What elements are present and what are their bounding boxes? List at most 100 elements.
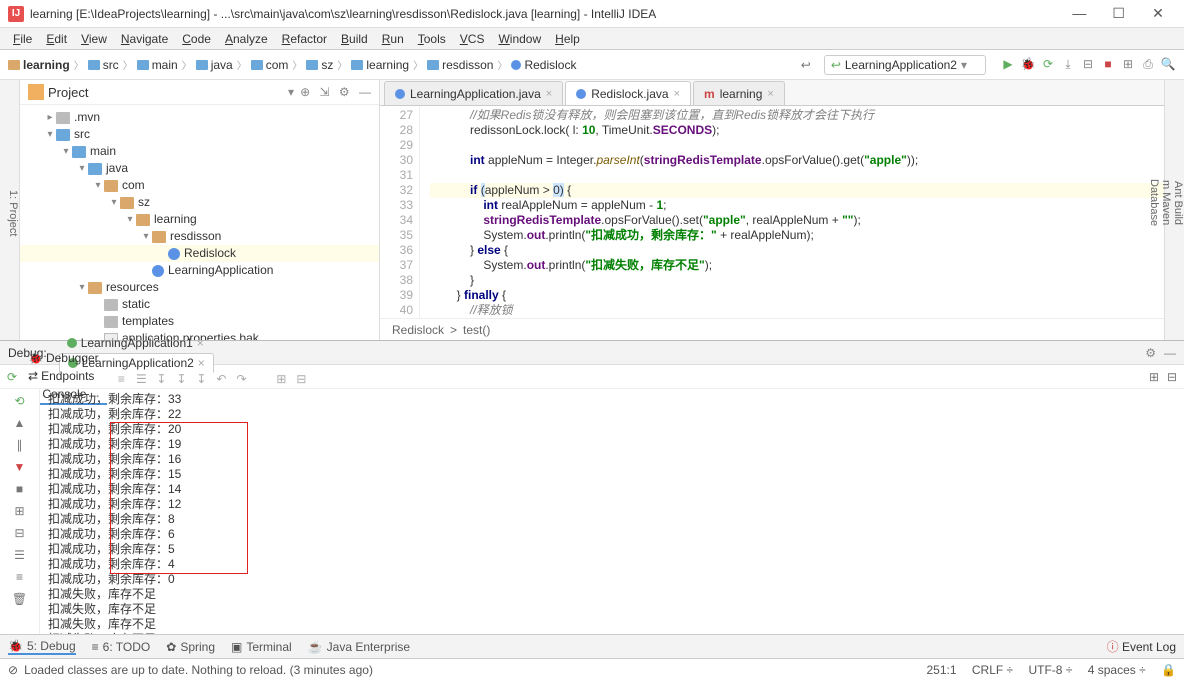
expand-icon[interactable]: ▾ xyxy=(76,160,88,177)
debug-tool-icon[interactable]: 🗑 xyxy=(11,591,29,607)
code-line[interactable]: redissonLock.lock( l: 10, TimeUnit.SECON… xyxy=(430,123,1164,138)
breadcrumb-item[interactable]: learning xyxy=(351,58,409,72)
menu-refactor[interactable]: Refactor xyxy=(275,32,334,46)
hide-icon[interactable]: — xyxy=(1164,346,1176,360)
editor-tab[interactable]: Redislock.java× xyxy=(565,81,691,105)
console-toolbar-icon[interactable]: ↧ xyxy=(153,371,169,387)
debug-tool-icon[interactable]: ⟲ xyxy=(11,393,29,409)
menu-navigate[interactable]: Navigate xyxy=(114,32,175,46)
minimize-button[interactable]: — xyxy=(1061,5,1097,21)
code-content[interactable]: //如果Redis锁没有释放，则会阻塞到该位置，直到Redis锁释放才会往下执行… xyxy=(420,106,1164,318)
back-arrow-icon[interactable]: ↩ xyxy=(798,57,814,73)
gear-icon[interactable]: ⚙ xyxy=(1145,346,1156,360)
debug-subtab[interactable]: ⇄Endpoints xyxy=(22,367,107,385)
editor-tab[interactable]: mlearning× xyxy=(693,81,785,105)
console-toolbar-icon[interactable]: ≡ xyxy=(113,371,129,387)
breadcrumb-item[interactable]: src xyxy=(88,58,119,72)
code-line[interactable]: if (appleNum > 0) { xyxy=(430,183,1164,198)
menu-edit[interactable]: Edit xyxy=(39,32,74,46)
bottom-tool-button[interactable]: ✿Spring xyxy=(166,640,215,654)
menu-vcs[interactable]: VCS xyxy=(453,32,492,46)
bottom-tool-button[interactable]: ≡6: TODO xyxy=(92,640,151,654)
maximize-button[interactable]: ☐ xyxy=(1101,5,1137,22)
expand-icon[interactable]: ▸ xyxy=(44,109,56,126)
code-line[interactable]: int appleNum = Integer.parseInt(stringRe… xyxy=(430,153,1164,168)
bottom-tool-button[interactable]: 🐞5: Debug xyxy=(8,639,76,655)
restart-icon[interactable]: ⟳ xyxy=(4,369,20,385)
menu-tools[interactable]: Tools xyxy=(411,32,453,46)
code-line[interactable]: } finally { xyxy=(430,288,1164,303)
tree-node[interactable]: ▾src xyxy=(20,126,379,143)
bottom-tool-button[interactable]: ☕Java Enterprise xyxy=(308,640,410,654)
debug-tool-icon[interactable]: ☰ xyxy=(11,547,29,563)
gear-icon[interactable]: ⚙ xyxy=(339,85,350,99)
collapse-icon[interactable]: ⇲ xyxy=(319,85,329,99)
close-tab-icon[interactable]: × xyxy=(767,88,773,100)
toolbar-icon[interactable]: ⊞ xyxy=(1120,56,1136,72)
menu-help[interactable]: Help xyxy=(548,32,587,46)
tree-node[interactable]: ▾resources xyxy=(20,279,379,296)
indent[interactable]: 4 spaces ÷ xyxy=(1088,663,1146,677)
close-tab-icon[interactable]: × xyxy=(546,88,552,100)
menu-build[interactable]: Build xyxy=(334,32,375,46)
layout-icon[interactable]: ⊞ xyxy=(1146,369,1162,385)
tree-node[interactable]: ▾learning xyxy=(20,211,379,228)
tree-node[interactable]: ▾resdisson xyxy=(20,228,379,245)
tree-node[interactable]: ▾sz xyxy=(20,194,379,211)
expand-icon[interactable]: ▾ xyxy=(124,211,136,228)
project-tree[interactable]: ▸.mvn▾src▾main▾java▾com▾sz▾learning▾resd… xyxy=(20,105,379,340)
crumb-item[interactable]: test() xyxy=(463,323,490,337)
expand-icon[interactable]: ▾ xyxy=(108,194,120,211)
target-icon[interactable]: ⊕ xyxy=(300,85,310,99)
console-toolbar-icon[interactable]: ↶ xyxy=(213,371,229,387)
hide-icon[interactable]: — xyxy=(359,85,371,99)
debug-tool-icon[interactable]: ■ xyxy=(11,481,29,497)
debug-tool-icon[interactable]: ▼ xyxy=(11,459,29,475)
tree-node[interactable]: ▾main xyxy=(20,143,379,160)
toolbar-icon[interactable]: ⤓ xyxy=(1060,57,1076,73)
tree-node[interactable]: static xyxy=(20,296,379,313)
debug-tool-icon[interactable]: ∥ xyxy=(11,437,29,453)
right-tool-stripe[interactable]: Ant Buildm MavenDatabase xyxy=(1164,80,1184,340)
expand-icon[interactable]: ▾ xyxy=(140,228,152,245)
code-line[interactable]: System.out.println("扣减失败，库存不足"); xyxy=(430,258,1164,273)
code-line[interactable]: } xyxy=(430,273,1164,288)
tree-node[interactable]: Redislock xyxy=(20,245,379,262)
layout2-icon[interactable]: ⊟ xyxy=(1164,369,1180,385)
code-line[interactable]: stringRedisTemplate.opsForValue().set("a… xyxy=(430,213,1164,228)
code-line[interactable]: //如果Redis锁没有释放，则会阻塞到该位置，直到Redis锁释放才会往下执行 xyxy=(430,108,1164,123)
code-line[interactable]: //释放锁 xyxy=(430,303,1164,318)
bottom-tool-button[interactable]: ▣Terminal xyxy=(231,640,292,654)
code-editor[interactable]: 272829303132333435363738394041 //如果Redis… xyxy=(380,106,1164,318)
debug-tool-icon[interactable]: ≡ xyxy=(11,569,29,585)
toolbar-icon[interactable]: ⎙ xyxy=(1140,57,1156,73)
close-tab-icon[interactable]: × xyxy=(674,88,680,100)
console-toolbar-icon[interactable] xyxy=(253,367,269,383)
code-line[interactable]: int realAppleNum = appleNum - 1; xyxy=(430,198,1164,213)
debug-tool-icon[interactable]: ▲ xyxy=(11,415,29,431)
breadcrumb-item[interactable]: resdisson xyxy=(427,58,493,72)
expand-icon[interactable]: ▾ xyxy=(60,143,72,160)
code-line[interactable] xyxy=(430,138,1164,153)
breadcrumb-item[interactable]: com xyxy=(251,58,289,72)
console-output[interactable]: 扣减成功，剩余库存：33扣减成功，剩余库存：22扣减成功，剩余库存：20扣减成功… xyxy=(40,389,1184,634)
menu-view[interactable]: View xyxy=(74,32,114,46)
tree-node[interactable]: ▾java xyxy=(20,160,379,177)
line-ending[interactable]: CRLF ÷ xyxy=(972,663,1013,677)
tree-node[interactable]: LearningApplication xyxy=(20,262,379,279)
console-toolbar-icon[interactable]: ↧ xyxy=(193,371,209,387)
breadcrumb-item[interactable]: Redislock xyxy=(511,58,576,72)
left-tool-stripe[interactable]: 1: Project xyxy=(0,80,20,340)
console-toolbar-icon[interactable]: ⊟ xyxy=(293,371,309,387)
expand-icon[interactable]: ▾ xyxy=(92,177,104,194)
code-line[interactable]: } else { xyxy=(430,243,1164,258)
toolbar-icon[interactable]: ⊟ xyxy=(1080,56,1096,72)
toolbar-icon[interactable]: ▶ xyxy=(1000,56,1016,72)
console-toolbar-icon[interactable]: ↷ xyxy=(233,371,249,387)
crumb-item[interactable]: Redislock xyxy=(392,323,444,337)
breadcrumb-item[interactable]: main xyxy=(137,58,178,72)
run-config-selector[interactable]: ↩ LearningApplication2 ▾ xyxy=(824,55,986,75)
toolbar-icon[interactable]: ■ xyxy=(1100,56,1116,72)
menu-run[interactable]: Run xyxy=(375,32,411,46)
code-line[interactable]: System.out.println("扣减成功，剩余库存：" + realAp… xyxy=(430,228,1164,243)
